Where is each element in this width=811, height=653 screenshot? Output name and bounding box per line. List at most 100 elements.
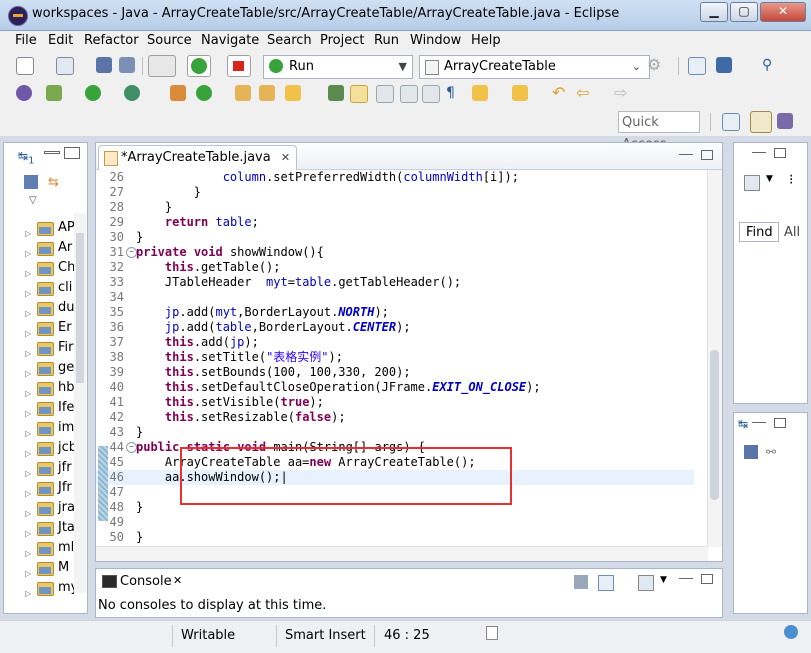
maximize-button[interactable]: ▢ bbox=[730, 2, 758, 22]
run-icon[interactable] bbox=[85, 85, 101, 101]
filter-icon[interactable]: ⚯ bbox=[766, 445, 780, 459]
run-configuration-select[interactable]: Run ▼ bbox=[263, 55, 413, 79]
link-editor-icon[interactable]: ⇆ bbox=[48, 175, 62, 190]
project-tree-item[interactable]: ▷ cli bbox=[4, 278, 74, 298]
minimize-editor-icon[interactable] bbox=[679, 154, 693, 156]
new-class-icon[interactable] bbox=[196, 85, 212, 101]
open-perspective-icon[interactable] bbox=[722, 113, 740, 131]
maximize-console-icon[interactable] bbox=[701, 574, 713, 584]
build-hammer-icon[interactable] bbox=[148, 55, 176, 77]
code-line[interactable]: 26 column.setPreferredWidth(columnWidth[… bbox=[96, 170, 694, 185]
maximize-view-icon[interactable] bbox=[774, 148, 786, 158]
new-package-icon[interactable] bbox=[170, 85, 186, 101]
gear-icon[interactable]: ⚙ bbox=[647, 57, 663, 73]
project-tree-item[interactable]: ▷ my bbox=[4, 578, 78, 598]
code-line[interactable]: 33 JTableHeader myt=table.getTableHeader… bbox=[96, 275, 694, 290]
menu-run[interactable]: Run bbox=[374, 33, 399, 48]
open-task-icon[interactable] bbox=[716, 57, 732, 73]
display-console-icon[interactable] bbox=[598, 575, 614, 591]
outline-tree-icon[interactable] bbox=[744, 445, 758, 459]
view-tab[interactable]: ↹1 bbox=[18, 149, 34, 166]
code-line[interactable]: 40 this.setDefaultCloseOperation(JFrame.… bbox=[96, 380, 694, 395]
project-tree-item[interactable]: ▷ Fir bbox=[4, 338, 74, 358]
minimize-view-icon[interactable] bbox=[752, 152, 766, 154]
close-console-icon[interactable]: ✕ bbox=[173, 574, 182, 587]
save-all-icon[interactable] bbox=[119, 57, 135, 73]
forward-arrow-icon[interactable]: ⇨ bbox=[614, 85, 630, 101]
code-line[interactable]: 49 bbox=[96, 515, 694, 530]
project-tree-item[interactable]: ▷ hb bbox=[4, 378, 75, 398]
menu-source[interactable]: Source bbox=[147, 33, 192, 48]
run-icon[interactable] bbox=[187, 55, 211, 77]
code-line[interactable]: 41 this.setVisible(true); bbox=[96, 395, 694, 410]
project-tree-item[interactable]: ▷ ge bbox=[4, 358, 74, 378]
java-perspective-icon[interactable] bbox=[750, 111, 772, 133]
expand-arrow-icon[interactable]: ▷ bbox=[25, 584, 31, 604]
show-whitespace-icon[interactable] bbox=[422, 85, 440, 103]
console-view-icon[interactable] bbox=[688, 57, 706, 75]
terminate-icon[interactable] bbox=[227, 55, 251, 77]
editor-tab[interactable]: *ArrayCreateTable.java ✕ bbox=[98, 145, 298, 170]
pin-console-icon[interactable] bbox=[574, 575, 588, 589]
menu-window[interactable]: Window bbox=[410, 33, 461, 48]
project-tree-item[interactable]: ▷ AP bbox=[4, 218, 75, 238]
project-tree-item[interactable]: ▷ Er bbox=[4, 318, 74, 338]
code-line[interactable]: 27 } bbox=[96, 185, 694, 200]
project-tree-item[interactable]: ▷ Ife bbox=[4, 398, 74, 418]
close-tab-icon[interactable]: ✕ bbox=[281, 151, 290, 164]
editor-vertical-scrollbar[interactable] bbox=[707, 170, 722, 547]
minimize-console-icon[interactable] bbox=[679, 578, 693, 580]
code-line[interactable]: 29 return table; bbox=[96, 215, 694, 230]
new-task-icon[interactable] bbox=[744, 175, 760, 191]
project-tree-item[interactable]: ▷ Ar bbox=[4, 238, 74, 258]
project-tree-item[interactable]: ▷ ml bbox=[4, 538, 74, 558]
code-line[interactable]: 36 jp.add(table,BorderLayout.CENTER); bbox=[96, 320, 694, 335]
project-tree-item[interactable]: ▷ Jta bbox=[4, 518, 75, 538]
menu-help[interactable]: Help bbox=[471, 33, 501, 48]
maximize-editor-icon[interactable] bbox=[701, 150, 713, 160]
toggle-mark-icon[interactable] bbox=[400, 85, 418, 103]
progress-icon[interactable] bbox=[486, 626, 498, 640]
menu-navigate[interactable]: Navigate bbox=[201, 33, 259, 48]
project-tree-item[interactable]: ▷ jcb bbox=[4, 438, 77, 458]
code-line[interactable]: 28 } bbox=[96, 200, 694, 215]
open-folder-icon[interactable] bbox=[259, 85, 275, 101]
quick-access-input[interactable]: Quick Access bbox=[618, 111, 700, 152]
find-input[interactable]: Find bbox=[739, 222, 779, 242]
new-file-icon[interactable] bbox=[56, 57, 74, 75]
code-line[interactable]: 34 bbox=[96, 290, 694, 305]
minimize-button[interactable]: ▁ bbox=[700, 2, 728, 22]
maximize-view-icon[interactable] bbox=[64, 147, 80, 159]
minimize-view-icon[interactable] bbox=[752, 422, 766, 424]
menu-file[interactable]: File bbox=[15, 33, 37, 48]
project-tree-item[interactable]: ▷ im bbox=[4, 418, 74, 438]
search-icon[interactable] bbox=[328, 85, 344, 101]
git-icon[interactable] bbox=[16, 85, 32, 101]
code-line[interactable]: 38 this.setTitle("表格实例"); bbox=[96, 350, 694, 365]
next-annotation-icon[interactable] bbox=[472, 85, 488, 101]
code-line[interactable]: 31− private void showWindow(){ bbox=[96, 245, 694, 260]
chevron-down-icon[interactable]: ▼ bbox=[660, 575, 674, 589]
code-line[interactable]: 35 jp.add(myt,BorderLayout.NORTH); bbox=[96, 305, 694, 320]
back-arrow-icon[interactable]: ⇦ bbox=[576, 85, 592, 101]
view-menu-chevron-icon[interactable]: ▽ bbox=[29, 195, 37, 206]
chevron-down-icon[interactable]: ▼ bbox=[766, 174, 773, 184]
project-tree-item[interactable]: ▷ Jfr bbox=[4, 478, 74, 498]
menu-project[interactable]: Project bbox=[320, 33, 364, 48]
project-tree-item[interactable]: ▷ jfr bbox=[4, 458, 74, 478]
new-icon[interactable] bbox=[16, 57, 34, 75]
code-line[interactable]: 50} bbox=[96, 530, 694, 545]
project-tree-item[interactable]: ▷ jra bbox=[4, 498, 75, 518]
project-tree-item[interactable]: ▷ M bbox=[4, 558, 74, 578]
left-scrollbar[interactable] bbox=[74, 213, 86, 593]
previous-annotation-icon[interactable] bbox=[512, 85, 528, 101]
code-line[interactable]: 37 this.add(jp); bbox=[96, 335, 694, 350]
launch-target-select[interactable]: ArrayCreateTable ⌄ bbox=[419, 55, 650, 79]
view-tab[interactable]: ↹ bbox=[738, 417, 748, 431]
console-tab-label[interactable]: Console bbox=[120, 574, 172, 589]
paragraph-icon[interactable]: ¶ bbox=[446, 85, 462, 101]
more-icon[interactable]: ⁝ bbox=[789, 172, 793, 188]
minimize-view-icon[interactable] bbox=[44, 151, 60, 154]
wand-icon[interactable] bbox=[285, 85, 301, 101]
code-line[interactable]: 43} bbox=[96, 425, 694, 440]
